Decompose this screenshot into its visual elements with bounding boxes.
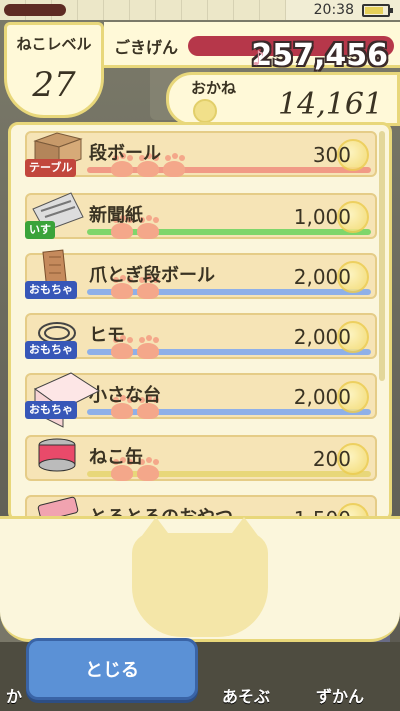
shop-item[interactable]: 小さな台 2,000 おもちゃ xyxy=(25,372,377,428)
money-display: おかね 14,161 xyxy=(166,72,400,126)
shop-item-category-tag: おもちゃ xyxy=(25,281,77,299)
shop-item-price: 2,000 xyxy=(293,265,351,289)
status-bar: 20:38 xyxy=(0,0,400,20)
shop-item[interactable]: 新聞紙 1,000 いす xyxy=(25,192,377,243)
shop-item-price: 2,000 xyxy=(293,385,351,409)
tab-left[interactable]: か xyxy=(6,683,22,707)
cat-can-icon xyxy=(31,431,85,475)
shop-item-category-tag: おもちゃ xyxy=(25,341,77,359)
tab-play[interactable]: あそぶ xyxy=(222,683,270,707)
shop-item-price: 200 xyxy=(312,447,351,471)
shop-item-card[interactable]: ねこ缶 200 xyxy=(25,435,377,481)
mood-value: 257,456 xyxy=(251,38,388,73)
money-label: おかね xyxy=(191,79,237,97)
shop-item-card[interactable]: ヒモ 2,000 おもちゃ xyxy=(25,313,377,359)
shop-item-card[interactable]: 新聞紙 1,000 いす xyxy=(25,192,377,239)
shop-item-name: ヒモ xyxy=(89,325,125,346)
status-pill xyxy=(4,4,66,16)
shop-item-card[interactable]: 小さな台 2,000 おもちゃ xyxy=(25,372,377,428)
tab-catalog[interactable]: ずかん xyxy=(316,683,364,707)
shop-item-category-tag: いす xyxy=(25,221,55,239)
cat-level-badge: ねこレベル 27 xyxy=(4,22,104,118)
cat-level-value: 27 xyxy=(32,65,76,105)
mood-bar: 257,456 xyxy=(188,36,394,73)
shop-item-name: 新聞紙 xyxy=(89,205,143,226)
shop-item[interactable]: ねこ缶 200 xyxy=(25,435,377,485)
coin-icon xyxy=(193,99,217,123)
money-value: 14,161 xyxy=(278,87,383,122)
clock: 20:38 xyxy=(313,2,354,18)
shop-item-price: 2,000 xyxy=(293,325,351,349)
mood-label: ごきげん xyxy=(114,38,179,57)
shop-item-name: 爪とぎ段ボール xyxy=(89,265,215,286)
mood-meter: ごきげん 257,456 ♪ xyxy=(104,22,400,73)
shop-item[interactable]: 段ボール 300 テーブル xyxy=(25,131,377,181)
shop-panel[interactable]: 段ボール 300 テーブル 新聞紙 1,000 いす 爪とぎ段ボール 2,000 おもちゃ ヒモ 2… xyxy=(8,122,392,522)
bottom-drawer xyxy=(0,516,400,642)
shop-item-price: 300 xyxy=(312,143,351,167)
battery-level xyxy=(365,7,383,14)
cat-level-label: ねこレベル xyxy=(16,35,92,53)
shop-item-name: 段ボール xyxy=(89,143,161,164)
shop-item-card[interactable]: 段ボール 300 テーブル xyxy=(25,131,377,177)
shop-item-card[interactable]: 爪とぎ段ボール 2,000 おもちゃ xyxy=(25,249,377,299)
cat-silhouette-icon xyxy=(132,517,268,637)
shop-item-price: 1,000 xyxy=(293,205,351,229)
close-button[interactable]: とじる xyxy=(26,638,198,700)
shop-item-name: ねこ缶 xyxy=(89,447,143,468)
shop-item[interactable]: 爪とぎ段ボール 2,000 おもちゃ xyxy=(25,249,377,303)
shop-item-category-tag: テーブル xyxy=(25,159,77,177)
scrollbar[interactable] xyxy=(379,131,385,381)
battery-icon xyxy=(362,4,393,17)
shop-item[interactable]: ヒモ 2,000 おもちゃ xyxy=(25,313,377,363)
music-note-icon: ♪ xyxy=(252,46,265,70)
shop-item-category-tag: おもちゃ xyxy=(25,401,77,419)
